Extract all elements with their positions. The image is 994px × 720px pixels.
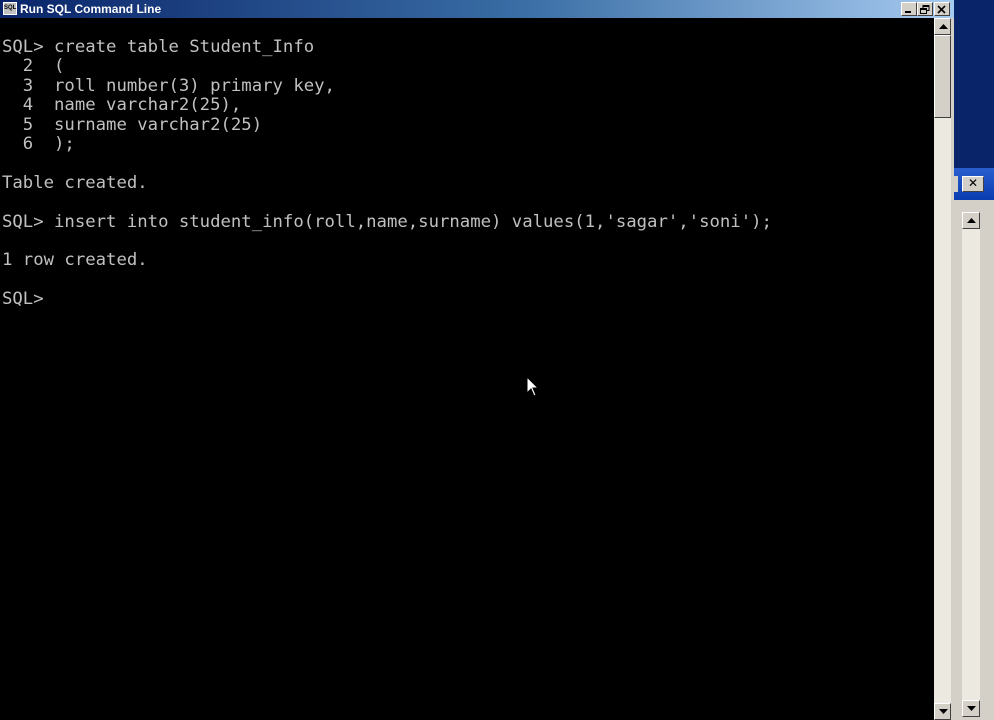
scroll-thumb[interactable] [934, 35, 951, 118]
restore-icon [920, 5, 930, 14]
vertical-scrollbar[interactable] [934, 18, 951, 720]
background-window: ✕ [954, 168, 994, 720]
console-text: SQL> create table Student_Info 2 ( 3 rol… [2, 37, 772, 310]
arrow-down-icon [939, 709, 948, 714]
console-line: SQL> insert into student_info(roll,name,… [2, 211, 772, 232]
background-window-frame [954, 176, 958, 192]
scroll-up-button[interactable] [934, 18, 951, 35]
scroll-down-button[interactable] [934, 703, 951, 720]
background-scroll-down-button[interactable] [962, 700, 980, 717]
window-frame [951, 18, 954, 720]
close-icon [937, 5, 946, 14]
window-titlebar[interactable]: SQL Run SQL Command Line [0, 0, 954, 18]
console-line: Table created. [2, 172, 148, 193]
minimize-icon [905, 11, 911, 13]
arrow-down-icon [967, 706, 976, 711]
background-window-titlebar[interactable]: ✕ [954, 168, 994, 200]
console-window: SQL Run SQL Command Line SQL> create tab… [0, 0, 954, 720]
console-line: SQL> create table Student_Info [2, 37, 315, 57]
console-line: 3 roll number(3) primary key, [2, 75, 335, 96]
console-line: 6 ); [2, 134, 75, 155]
window-title: Run SQL Command Line [20, 2, 162, 16]
arrow-up-icon [939, 24, 948, 29]
background-scroll-up-button[interactable] [962, 212, 980, 229]
console-line: 1 row created. [2, 250, 148, 271]
arrow-up-icon [967, 218, 976, 223]
console-output[interactable]: SQL> create table Student_Info 2 ( 3 rol… [0, 18, 934, 720]
mouse-pointer-icon [526, 376, 540, 397]
restore-button[interactable] [917, 2, 933, 16]
sql-app-icon[interactable]: SQL [3, 2, 17, 15]
console-line: 4 name varchar2(25), [2, 95, 242, 116]
close-button[interactable] [934, 2, 950, 16]
console-line: 2 ( [2, 56, 65, 77]
minimize-button[interactable] [901, 2, 917, 16]
console-line: 5 surname varchar2(25) [2, 114, 263, 135]
background-window-scrollbar[interactable] [962, 212, 980, 717]
background-window-close-button[interactable]: ✕ [962, 176, 984, 192]
console-line: SQL> [2, 289, 44, 310]
